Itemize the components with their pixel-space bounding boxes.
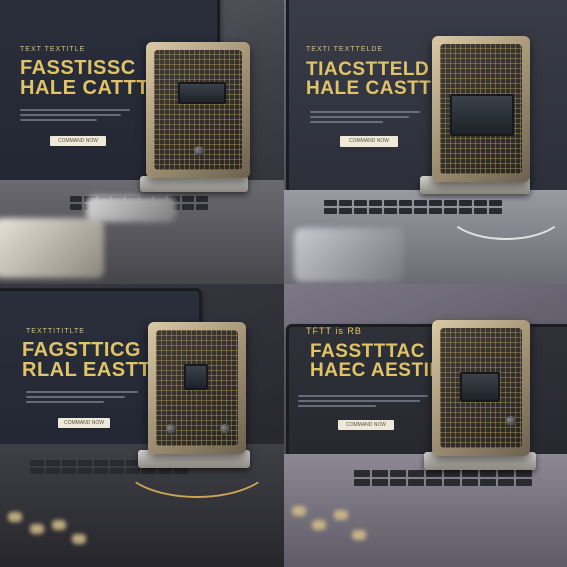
blurred-gadget: [0, 218, 104, 278]
body-text-lines: [26, 388, 138, 406]
cable: [444, 176, 567, 240]
cta-button: COMMAND NOW: [338, 420, 394, 430]
keyboard: [354, 470, 532, 486]
kicker-text: TEXT TEXTITLE: [20, 46, 86, 53]
cta-button: COMMAND NOW: [50, 136, 106, 146]
panel-top-left: TEXT TEXTITLE FASSTISSC HALE CATTTNG COM…: [0, 0, 284, 284]
bokeh-light: [8, 512, 22, 522]
body-text-lines: [310, 108, 420, 126]
panel-top-right: TEXTI TEXTTELDE TIACSTTELD HALE CASTTNG …: [284, 0, 567, 284]
cta-button: COMMAND NOW: [340, 136, 398, 147]
bokeh-light: [352, 530, 366, 540]
panel-bottom-right: TFTT is RB FASSTTTAC HAEC AESTING COMMAN…: [284, 284, 567, 567]
bokeh-light: [334, 510, 348, 520]
lcd-display: [184, 364, 208, 390]
body-text-lines: [20, 106, 130, 124]
panel-bottom-left: TEXTTITITLTE FAGSTTICG RLAL EASTTNG COMM…: [0, 284, 284, 567]
knob-icon: [194, 146, 204, 156]
bokeh-light: [30, 524, 44, 534]
cta-button: COMMAND NOW: [58, 418, 110, 428]
image-grid: TEXT TEXTITLE FASSTISSC HALE CATTTNG COM…: [0, 0, 567, 567]
lcd-display: [450, 94, 514, 136]
lcd-display: [460, 372, 500, 402]
bokeh-light: [52, 520, 66, 530]
kicker-text: TFTT is RB: [306, 326, 362, 336]
device-body: [432, 36, 530, 182]
kicker-text: TEXTI TEXTTELDE: [306, 46, 384, 53]
body-text-lines: [298, 392, 428, 410]
lcd-display: [178, 82, 226, 104]
blurred-mouse: [294, 228, 404, 282]
kicker-text: TEXTTITITLTE: [26, 328, 85, 335]
cable: [120, 424, 274, 498]
bokeh-light: [72, 534, 86, 544]
bokeh-light: [292, 506, 306, 516]
blurred-adapter: [86, 196, 176, 222]
bokeh-light: [312, 520, 326, 530]
